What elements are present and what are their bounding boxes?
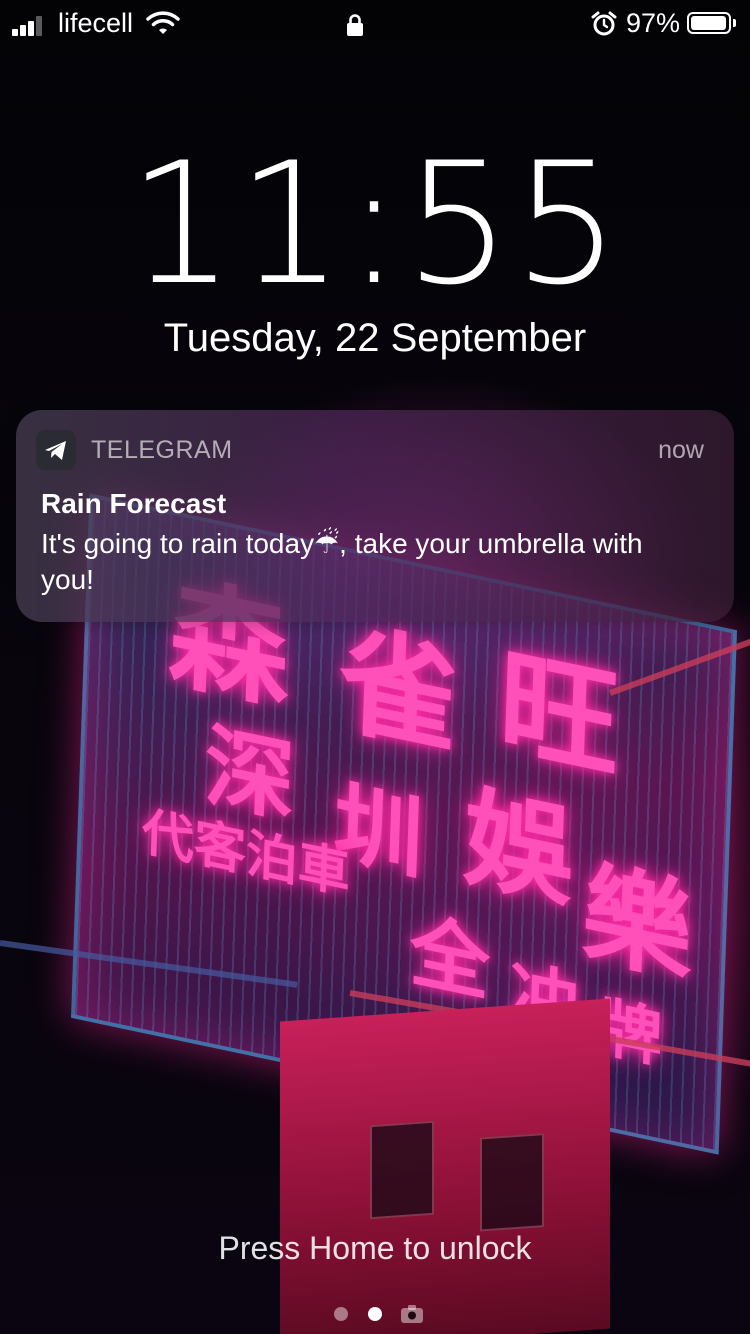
notification-app-name: TELEGRAM <box>91 436 233 464</box>
page-indicator[interactable] <box>0 1302 750 1323</box>
status-bar: lifecell 97% <box>0 0 750 48</box>
lock-screen-time: 11:55 <box>127 126 623 322</box>
notification-title: Rain Forecast <box>41 488 227 519</box>
lock-screen-date: Tuesday, 22 September <box>163 316 587 360</box>
camera-icon[interactable] <box>400 1304 424 1329</box>
page-dot-2[interactable] <box>368 1307 382 1321</box>
wifi-icon <box>146 10 180 43</box>
battery-icon <box>687 12 731 34</box>
page-dot-1[interactable] <box>334 1307 348 1321</box>
notification-time: now <box>658 436 704 464</box>
notification-body: It's going to rain today☔, take your umb… <box>41 528 643 595</box>
lock-icon <box>346 12 364 43</box>
carrier-name: lifecell <box>58 8 134 38</box>
telegram-icon <box>36 430 76 470</box>
building <box>280 998 610 1334</box>
alarm-icon <box>591 11 617 44</box>
unlock-hint: Press Home to unlock <box>218 1230 532 1266</box>
battery-percent: 97% <box>626 8 681 38</box>
telegram-notification[interactable]: TELEGRAM now Rain Forecast It's going to… <box>16 410 734 622</box>
signal-icon <box>12 16 50 36</box>
